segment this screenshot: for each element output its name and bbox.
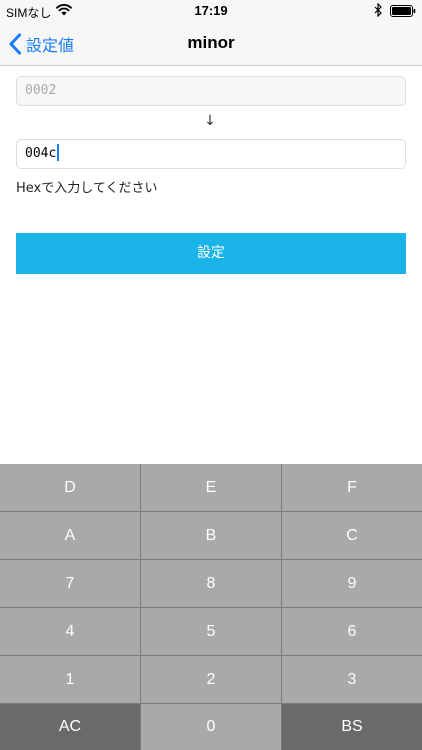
status-time: 17:19: [194, 3, 228, 18]
key-backspace[interactable]: BS: [282, 704, 422, 750]
key-c[interactable]: C: [282, 512, 422, 559]
key-8[interactable]: 8: [141, 560, 281, 607]
key-4[interactable]: 4: [0, 608, 140, 655]
key-5[interactable]: 5: [141, 608, 281, 655]
set-button[interactable]: 設定: [16, 233, 406, 274]
arrow-down-icon: ↓: [204, 113, 216, 129]
key-f[interactable]: F: [282, 464, 422, 511]
bluetooth-icon: [374, 3, 382, 17]
new-value-text: 004c: [25, 146, 57, 161]
key-9[interactable]: 9: [282, 560, 422, 607]
battery-icon: [390, 5, 416, 17]
text-cursor: [57, 143, 60, 161]
key-all-clear[interactable]: AC: [0, 704, 140, 750]
key-0[interactable]: 0: [141, 704, 281, 750]
screen: SIMなし 17:19 設定値 minor 0002 ↓ 004c Hexで入力…: [0, 0, 422, 750]
key-d[interactable]: D: [0, 464, 140, 511]
input-hint: Hexで入力してください: [16, 181, 158, 196]
key-e[interactable]: E: [141, 464, 281, 511]
key-2[interactable]: 2: [141, 656, 281, 703]
page-title: minor: [187, 33, 235, 52]
key-6[interactable]: 6: [282, 608, 422, 655]
current-value-field: 0002: [16, 76, 406, 106]
status-bar: SIMなし 17:19: [0, 0, 422, 22]
key-3[interactable]: 3: [282, 656, 422, 703]
key-a[interactable]: A: [0, 512, 140, 559]
hex-keypad: D E F A B C 7 8 9 4 5 6 1 2 3 AC 0 BS: [0, 464, 422, 750]
navigation-bar: 設定値 minor: [0, 22, 422, 66]
key-b[interactable]: B: [141, 512, 281, 559]
new-value-input[interactable]: 004c: [16, 139, 406, 169]
key-7[interactable]: 7: [0, 560, 140, 607]
key-1[interactable]: 1: [0, 656, 140, 703]
